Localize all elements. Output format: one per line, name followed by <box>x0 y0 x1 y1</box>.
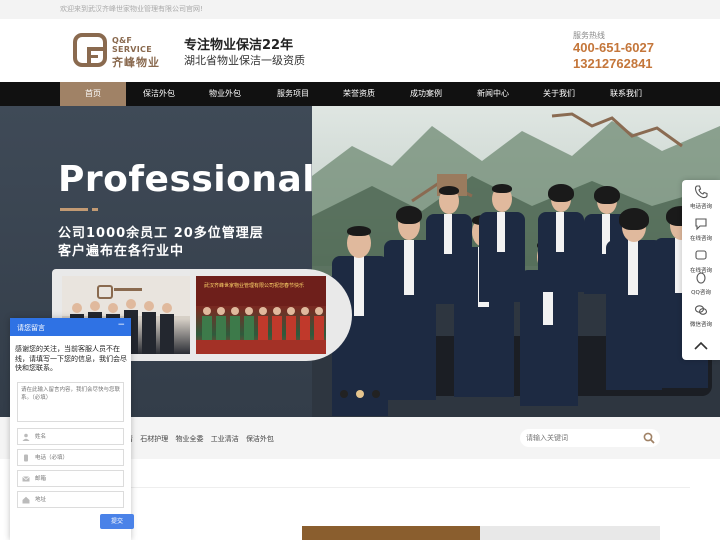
qq-icon <box>696 272 706 284</box>
address-input[interactable] <box>35 495 121 505</box>
name-field <box>17 428 124 445</box>
title-underline <box>60 208 88 211</box>
hot-tags: 清 石材护理 物业全委 工业清洁 保洁外包 <box>126 434 279 444</box>
content-image-2 <box>480 526 660 540</box>
nav-item-about[interactable]: 关于我们 <box>526 82 592 106</box>
search-input[interactable] <box>526 431 636 445</box>
sidebar-label: QQ咨询 <box>691 290 711 296</box>
slider-dot-3[interactable] <box>372 390 380 398</box>
name-input[interactable] <box>35 432 121 442</box>
chevron-up-icon <box>694 341 708 350</box>
nav-item-home[interactable]: 首页 <box>60 82 126 106</box>
mail-icon <box>22 476 30 482</box>
chat-widget: 请您留言 − 感谢您的关注，当前客服人员不在线，请填写一下您的信息，我们会尽快和… <box>10 318 134 540</box>
phone-input[interactable] <box>35 453 121 463</box>
user-icon <box>22 433 30 441</box>
tag-link[interactable]: 工业清洁 <box>211 435 239 443</box>
search-icon[interactable] <box>643 432 655 444</box>
chat-bubble-icon <box>695 218 707 231</box>
chat-message: 感谢您的关注，当前客服人员不在线，请填写一下您的信息，我们会尽快和您联系。 <box>15 345 127 372</box>
slider-dot-2[interactable] <box>356 390 364 398</box>
chat-minimize-button[interactable]: − <box>117 320 125 330</box>
home-icon <box>22 496 30 504</box>
back-to-top-button[interactable] <box>682 330 720 364</box>
sidebar-item-phone[interactable]: 电话咨询 <box>682 180 720 214</box>
logo[interactable]: Q&F SERVICE 齐峰物业 <box>73 33 163 69</box>
banner-subtitle-2: 客户遍布在各行业中 <box>58 244 185 259</box>
nav-item-cleaning-outsourcing[interactable]: 保洁外包 <box>126 82 192 106</box>
nav-item-cases[interactable]: 成功案例 <box>393 82 459 106</box>
slogan-sub: 湖北省物业保洁一级资质 <box>184 54 305 67</box>
phone-field <box>17 449 124 466</box>
banner-subtitle-1: 公司1000余员工 20多位管理层 <box>58 226 264 241</box>
content-image <box>302 526 480 540</box>
chat-bubble-icon <box>695 250 707 260</box>
tag-link[interactable]: 石材护理 <box>140 435 168 443</box>
submit-button[interactable]: 提交 <box>100 514 134 529</box>
thumbnail-caption: 武汉齐峰世家物业管理有限公司祝您春节快乐 <box>204 283 305 289</box>
chat-message-input[interactable] <box>17 382 124 422</box>
slider-dot-1[interactable] <box>340 390 348 398</box>
chat-title: 请您留言 <box>17 324 45 332</box>
search-box <box>520 429 660 447</box>
sidebar-item-qq[interactable]: QQ咨询 <box>682 266 720 300</box>
sidebar-label: 微信咨询 <box>689 322 712 328</box>
banner-team-photo <box>312 106 720 417</box>
slogan-main: 专注物业保洁22年 <box>184 38 294 53</box>
main-nav: 首页 保洁外包 物业外包 服务项目 荣誉资质 成功案例 新闻中心 关于我们 联系… <box>0 82 720 106</box>
address-field <box>17 491 124 508</box>
email-input[interactable] <box>35 474 121 484</box>
tag-link[interactable]: 物业全委 <box>175 435 203 443</box>
nav-item-honors[interactable]: 荣誉资质 <box>326 82 392 106</box>
team-member <box>536 184 586 294</box>
hotline-number-2[interactable]: 13212762841 <box>573 56 653 71</box>
wechat-icon <box>694 305 708 315</box>
banner-title: Professional <box>58 159 316 200</box>
divider <box>130 487 690 488</box>
phone-icon <box>694 185 708 199</box>
logo-english: Q&F SERVICE <box>112 36 152 54</box>
sidebar-label: 在线咨询 <box>689 236 712 242</box>
header: Q&F SERVICE 齐峰物业 专注物业保洁22年 湖北省物业保洁一级资质 服… <box>0 19 720 82</box>
top-bar: 欢迎来到武汉齐峰世家物业管理有限公司官网! <box>0 0 720 19</box>
sidebar-item-online-1[interactable]: 在线咨询 <box>682 212 720 246</box>
tag-link[interactable]: 保洁外包 <box>246 435 274 443</box>
logo-chinese: 齐峰物业 <box>112 56 160 69</box>
nav-item-property-outsourcing[interactable]: 物业外包 <box>192 82 258 106</box>
sidebar-item-wechat[interactable]: 微信咨询 <box>682 298 720 332</box>
email-field <box>17 470 124 487</box>
chat-header[interactable]: 请您留言 − <box>10 318 131 336</box>
logo-en-line2: SERVICE <box>112 45 152 54</box>
title-underline-dot <box>92 208 98 211</box>
logo-mark-icon <box>73 33 107 67</box>
floating-contact-sidebar: 电话咨询 在线咨询 在线咨询 QQ咨询 微信咨询 <box>682 180 720 360</box>
nav-item-services[interactable]: 服务项目 <box>260 82 326 106</box>
nav-item-contact[interactable]: 联系我们 <box>593 82 659 106</box>
nav-item-news[interactable]: 新闻中心 <box>460 82 526 106</box>
hotline-number-1[interactable]: 400-651-6027 <box>573 40 654 55</box>
sidebar-label: 电话咨询 <box>689 204 712 210</box>
logo-en-line1: Q&F <box>112 36 133 45</box>
welcome-text: 欢迎来到武汉齐峰世家物业管理有限公司官网! <box>60 5 203 13</box>
phone-icon <box>24 454 28 462</box>
